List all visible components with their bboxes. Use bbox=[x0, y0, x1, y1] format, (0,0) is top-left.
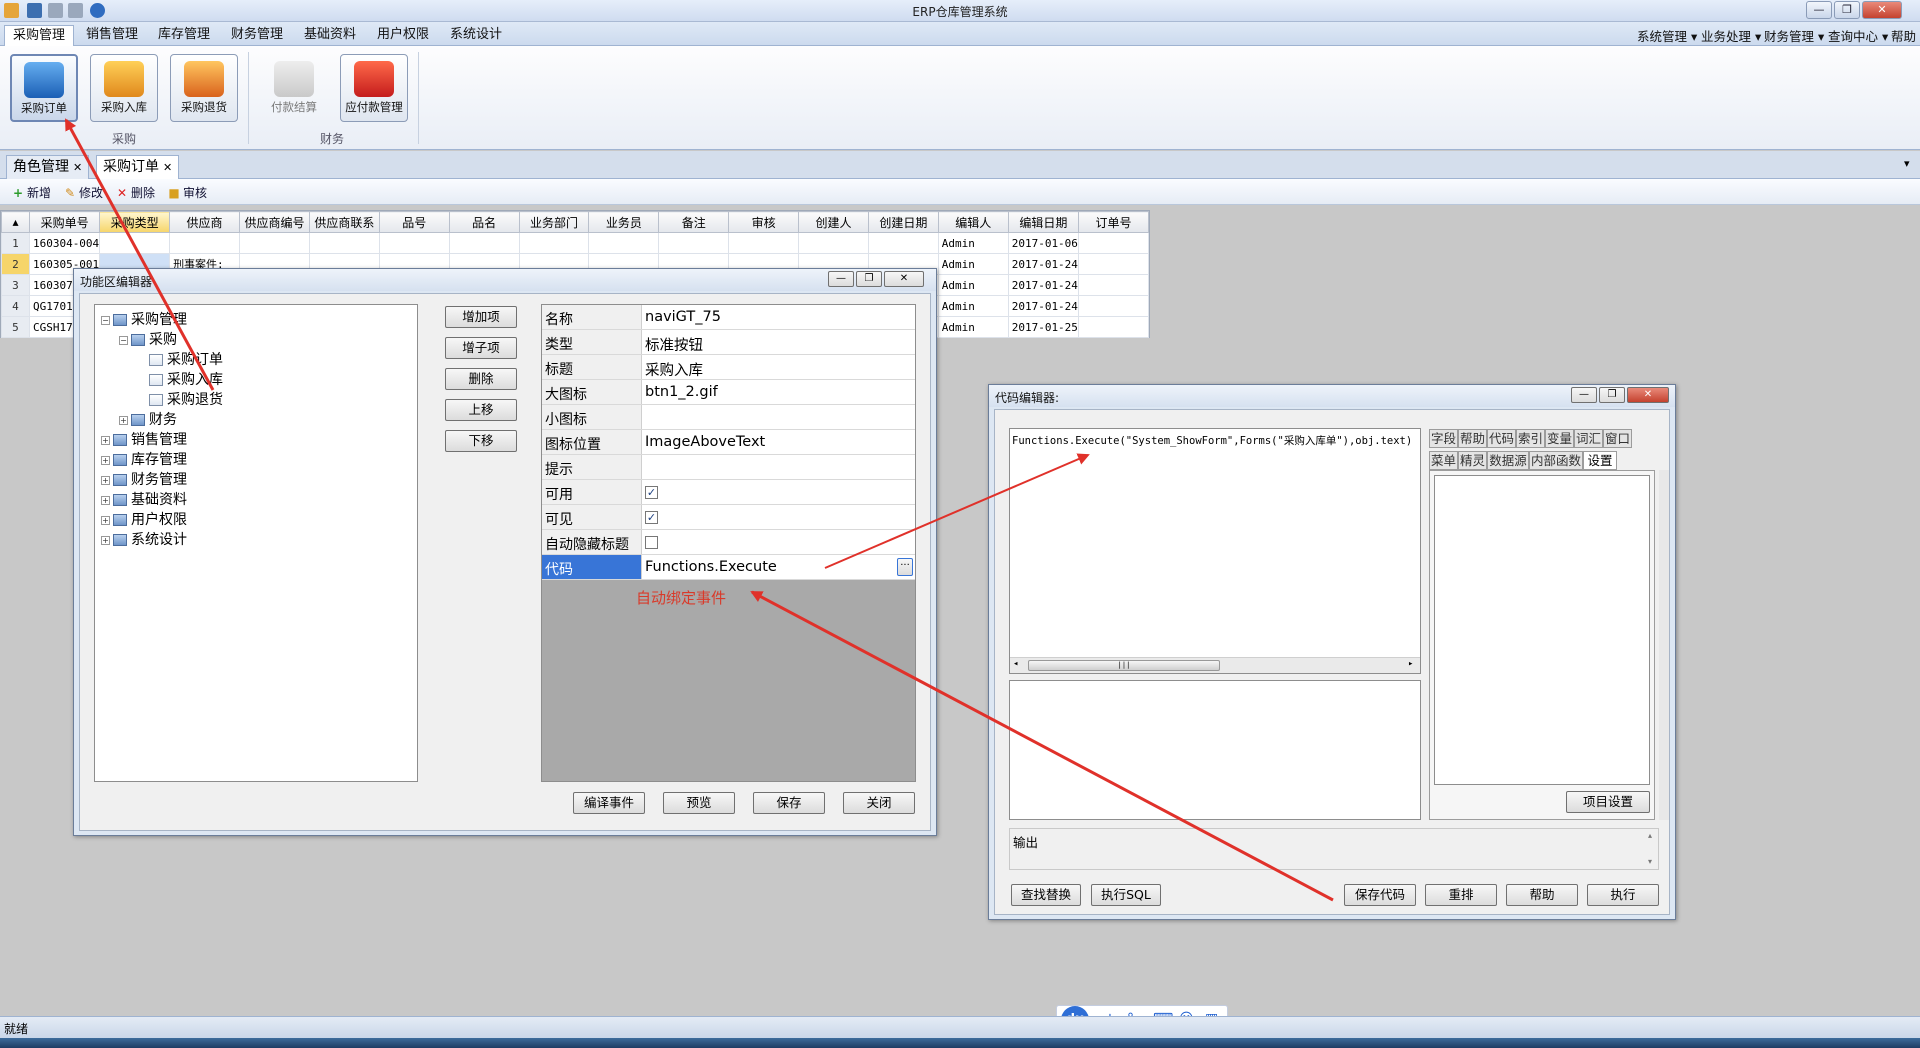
status-bar: 就绪 bbox=[0, 1016, 1920, 1038]
arrow-to-code-property bbox=[750, 590, 1334, 902]
annotation-arrows bbox=[64, 118, 1334, 902]
arrow-to-ribbon-button bbox=[64, 118, 215, 391]
status-text: 就绪 bbox=[4, 1022, 29, 1036]
taskbar bbox=[0, 1038, 1920, 1048]
arrow-to-code-editor bbox=[824, 453, 1090, 569]
